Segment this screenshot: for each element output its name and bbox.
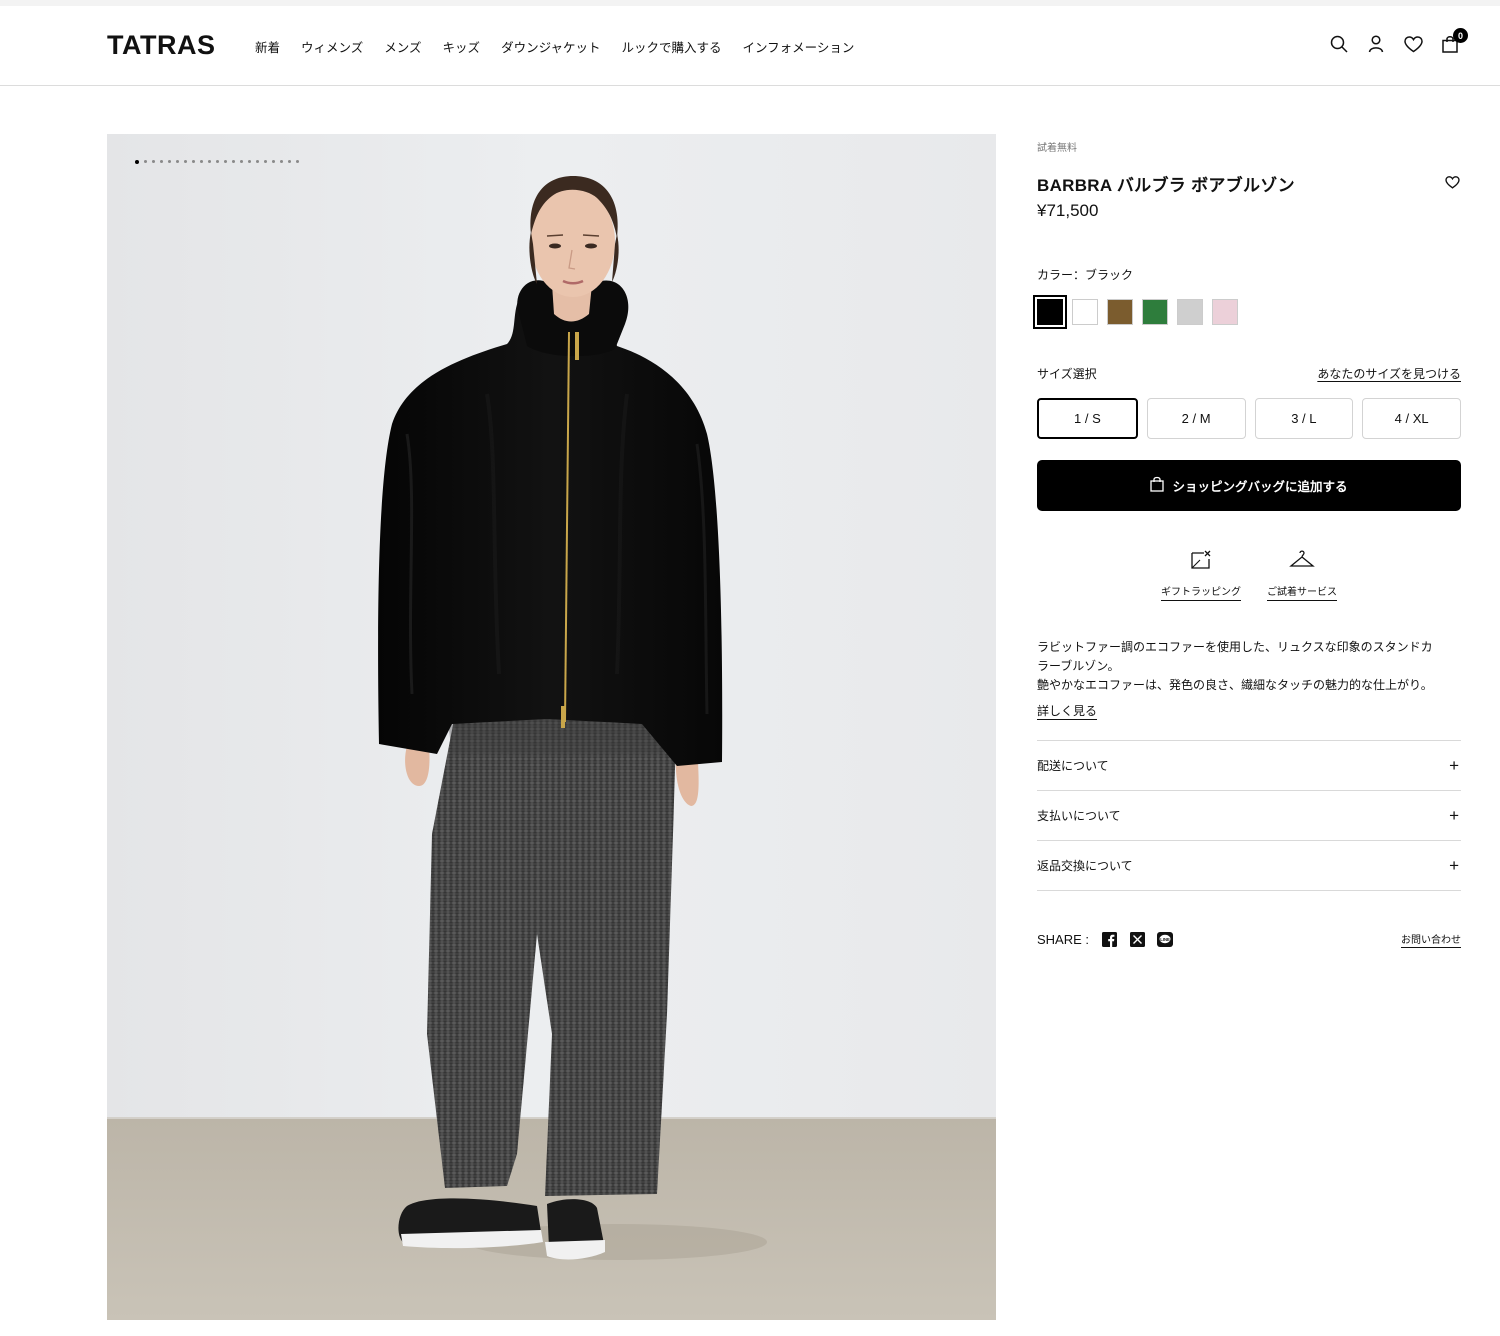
add-to-bag-button[interactable]: ショッピングバッグに追加する [1037,460,1461,511]
nav-item-womens[interactable]: ウィメンズ [301,37,363,56]
gallery-dot[interactable] [256,160,259,163]
product-image-gallery[interactable] [107,134,996,1320]
share-label: SHARE : [1037,932,1090,947]
nav-item-mens[interactable]: メンズ [384,37,421,56]
nav-item-kids[interactable]: キッズ [443,37,481,56]
free-fitting-tag: 試着無料 [1037,143,1077,154]
accordion-payment[interactable]: 支払いについて + [1037,791,1461,841]
nav-item-shop-the-look[interactable]: ルックで購入する [621,37,721,56]
gallery-dot[interactable] [232,160,235,163]
gallery-dot[interactable] [224,160,227,163]
svg-text:LINE: LINE [1160,937,1170,942]
gallery-dot[interactable] [192,160,195,163]
size-option-4-xl[interactable]: 4 / XL [1362,398,1461,439]
color-swatch-grey[interactable] [1177,299,1203,325]
shopping-bag-icon [1150,476,1165,495]
cart-icon[interactable]: 0 [1440,28,1468,54]
gallery-dot[interactable] [216,160,219,163]
plus-icon: + [1449,855,1459,875]
color-swatch-pink[interactable] [1212,299,1238,325]
nav-item-new[interactable]: 新着 [255,37,280,56]
services-row: ギフトラッピング ご試着サービス [1037,549,1461,601]
product-photo [107,134,996,1320]
fitting-service-label: ご試着サービス [1267,583,1337,601]
gallery-pagination-dots [135,159,299,164]
color-swatch-white[interactable] [1072,299,1098,325]
cart-count-badge: 0 [1453,28,1468,43]
wishlist-icon[interactable] [1403,34,1423,54]
nav-item-down-jacket[interactable]: ダウンジャケット [501,37,600,56]
gallery-dot[interactable] [176,160,179,163]
accordion-label: 配送について [1037,759,1109,773]
gallery-dot[interactable] [296,160,299,163]
gallery-dot[interactable] [152,160,155,163]
gallery-dot[interactable] [168,160,171,163]
product-price: ¥71,500 [1037,201,1099,220]
gallery-dot[interactable] [240,160,243,163]
accordion-shipping[interactable]: 配送について + [1037,741,1461,791]
add-to-bag-label: ショッピングバッグに追加する [1172,479,1348,494]
gift-wrapping-label: ギフトラッピング [1161,583,1241,601]
header-icons: 0 [1329,28,1468,54]
color-swatch-brown[interactable] [1107,299,1133,325]
gallery-dot[interactable] [160,160,163,163]
search-icon[interactable] [1329,34,1349,54]
find-your-size-link[interactable]: あなたのサイズを見つける [1317,365,1461,382]
plus-icon: + [1449,755,1459,775]
logo[interactable]: TATRAS [107,30,215,61]
accordion-label: 返品交換について [1037,859,1133,873]
accordion-returns[interactable]: 返品交換について + [1037,841,1461,891]
color-swatch-black[interactable] [1033,295,1067,329]
description-line: ラビットファー調のエコファーを使用した、リュクスな印象のスタンドカ [1037,640,1433,654]
size-option-1-s[interactable]: 1 / S [1037,398,1138,439]
gallery-dot[interactable] [144,160,147,163]
gallery-dot[interactable] [135,159,139,164]
size-header: サイズ選択 あなたのサイズを見つける [1037,365,1461,382]
read-more-link[interactable]: 詳しく見る [1037,702,1097,719]
gallery-dot[interactable] [208,160,211,163]
product-title: BARBRA バルブラ ボアブルゾン [1037,176,1295,195]
gallery-dot[interactable] [248,160,251,163]
gallery-dot[interactable] [280,160,283,163]
size-option-3-l[interactable]: 3 / L [1254,398,1354,439]
gallery-dot[interactable] [272,160,275,163]
gift-wrap-icon [1189,549,1213,575]
description-line: 艶やかなエコファーは、発色の良さ、繊細なタッチの魅力的な仕上がり。 [1037,678,1433,692]
plus-icon: + [1449,805,1459,825]
gallery-dot[interactable] [264,160,267,163]
contact-link[interactable]: お問い合わせ [1401,931,1461,948]
hanger-icon [1289,549,1315,575]
gallery-dot[interactable] [200,160,203,163]
account-icon[interactable] [1366,34,1386,54]
size-select-label: サイズ選択 [1037,367,1097,381]
main-nav: 新着 ウィメンズ メンズ キッズ ダウンジャケット ルックで購入する インフォメ… [255,37,854,56]
product-info-panel: 試着無料 BARBRA バルブラ ボアブルゾン ¥71,500 カラー：ブラック… [1033,134,1461,948]
title-row: BARBRA バルブラ ボアブルゾン [1037,171,1461,196]
description-line: ラーブルゾン。 [1037,659,1120,673]
color-swatch-green[interactable] [1142,299,1168,325]
share-row: SHARE : LINE お問い合わせ [1037,931,1461,948]
gallery-dot[interactable] [184,160,187,163]
size-options: 1 / S 2 / M 3 / L 4 / XL [1037,398,1461,439]
accordion-label: 支払いについて [1037,809,1121,823]
facebook-icon[interactable] [1101,932,1117,948]
gift-wrapping-service[interactable]: ギフトラッピング [1161,549,1241,601]
gallery-dot[interactable] [288,160,291,163]
color-label: カラー：ブラック [1037,268,1134,282]
size-option-2-m[interactable]: 2 / M [1146,398,1246,439]
color-swatches [1033,295,1238,329]
fitting-service[interactable]: ご試着サービス [1267,549,1337,601]
line-icon[interactable]: LINE [1157,932,1174,948]
site-header: TATRAS 新着 ウィメンズ メンズ キッズ ダウンジャケット ルックで購入す… [0,6,1500,86]
product-description: ラビットファー調のエコファーを使用した、リュクスな印象のスタンドカ ラーブルゾン… [1037,638,1461,695]
nav-item-information[interactable]: インフォメーション [742,37,854,56]
x-twitter-icon[interactable] [1129,932,1145,948]
favorite-heart-icon[interactable] [1445,174,1461,193]
share-links: SHARE : LINE [1037,932,1174,948]
info-accordion: 配送について + 支払いについて + 返品交換について + [1037,740,1461,891]
